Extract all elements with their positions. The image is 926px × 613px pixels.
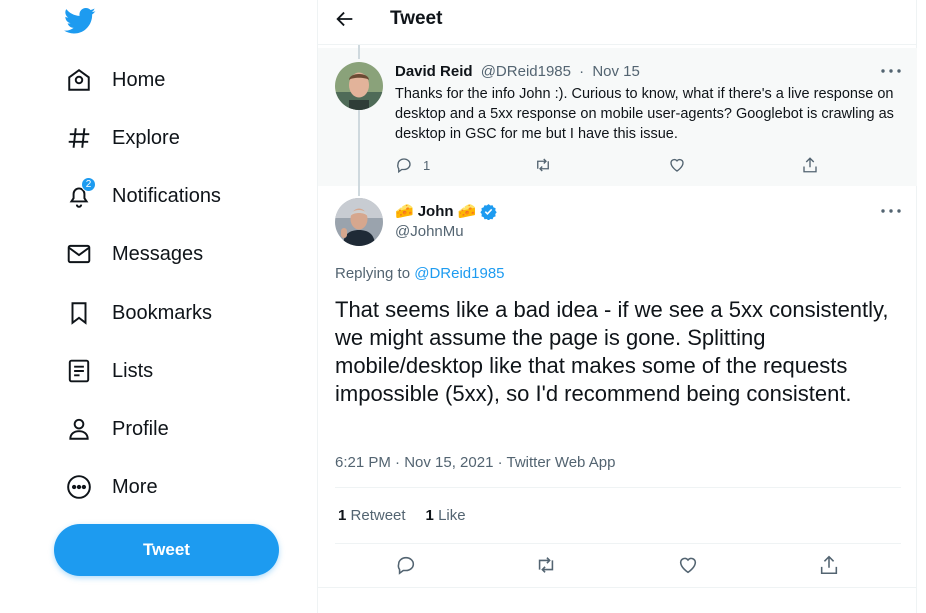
likes-stat[interactable]: 1 Like [426, 507, 466, 524]
sidebar-item-notifications[interactable]: 2 Notifications [66, 176, 221, 216]
retweet-icon[interactable] [535, 554, 557, 576]
sidebar-item-bookmarks[interactable]: Bookmarks [66, 293, 212, 333]
author-handle[interactable]: @JohnMu [395, 223, 464, 240]
sidebar-item-explore[interactable]: Explore [66, 118, 180, 158]
share-icon[interactable] [801, 156, 819, 174]
sidebar-item-messages[interactable]: Messages [66, 234, 203, 274]
replying-to-label: Replying to [335, 265, 411, 282]
retweets-count: 1 [338, 507, 347, 524]
retweets-stat[interactable]: 1 Retweet [338, 507, 406, 524]
like-icon[interactable] [677, 554, 699, 576]
bookmark-icon [66, 300, 92, 326]
verified-badge-icon [480, 203, 497, 220]
tweet-metadata[interactable]: 6:21 PM · Nov 15, 2021 · Twitter Web App [335, 454, 615, 471]
sidebar: Home Explore 2 Notifications Messages Bo… [0, 0, 318, 613]
divider [335, 487, 901, 488]
back-arrow-icon[interactable] [334, 8, 356, 30]
avatar[interactable] [335, 198, 383, 246]
more-options-icon[interactable] [880, 68, 902, 74]
twitter-bird-icon[interactable] [64, 4, 96, 36]
list-icon [66, 358, 92, 384]
reply-icon [395, 156, 413, 174]
divider [318, 587, 917, 588]
avatar[interactable] [335, 62, 383, 110]
sidebar-item-more[interactable]: More [66, 467, 158, 507]
replying-to: Replying to @DReid1985 [335, 265, 505, 282]
sidebar-item-label: Profile [112, 417, 169, 440]
more-options-icon[interactable] [880, 208, 902, 214]
tweet-stats: 1 Retweet 1 Like [338, 507, 486, 524]
like-icon[interactable] [668, 156, 686, 174]
page-title: Tweet [390, 8, 443, 29]
reply-button[interactable]: 1 [395, 156, 430, 174]
person-icon [66, 416, 92, 442]
author-name[interactable]: 🧀 John 🧀 [395, 202, 497, 220]
sidebar-item-label: Notifications [112, 184, 221, 207]
author-name[interactable]: David Reid [395, 63, 473, 80]
divider [335, 543, 901, 544]
likes-count: 1 [425, 507, 434, 524]
reply-icon[interactable] [395, 554, 417, 576]
share-icon[interactable] [818, 554, 840, 576]
parent-tweet-text: Thanks for the info John :). Curious to … [395, 86, 894, 142]
cheese-emoji: 🧀 [457, 203, 477, 220]
tweet-button[interactable]: Tweet [54, 524, 279, 576]
replying-to-link[interactable]: @DReid1985 [414, 265, 504, 282]
thread-line [358, 110, 360, 196]
separator: · [579, 63, 585, 80]
home-icon [66, 67, 92, 93]
author-name-text: John [417, 202, 454, 220]
sidebar-item-label: More [112, 475, 158, 498]
cheese-emoji: 🧀 [395, 203, 414, 220]
sidebar-item-label: Lists [112, 359, 154, 382]
hashtag-icon [66, 125, 92, 151]
sidebar-item-label: Explore [112, 126, 180, 149]
sidebar-item-profile[interactable]: Profile [66, 409, 169, 449]
tweet-date[interactable]: Nov 15 [592, 63, 640, 80]
sidebar-item-label: Home [112, 68, 166, 91]
likes-label: Like [438, 507, 466, 524]
thread-line [358, 45, 360, 59]
sidebar-item-lists[interactable]: Lists [66, 351, 153, 391]
sidebar-item-label: Messages [112, 242, 204, 265]
notification-badge: 2 [81, 177, 96, 192]
page-header: Tweet [318, 0, 917, 45]
more-circle-icon [66, 474, 92, 500]
parent-tweet-header: David Reid @DReid1985 · Nov 15 [395, 63, 640, 80]
reply-count: 1 [423, 157, 431, 173]
tweet-text: That seems like a bad idea - if we see a… [335, 297, 889, 406]
sidebar-item-home[interactable]: Home [66, 60, 165, 100]
envelope-icon [66, 241, 92, 267]
bell-icon: 2 [66, 177, 96, 209]
retweet-icon[interactable] [534, 156, 552, 174]
author-handle[interactable]: @DReid1985 [481, 63, 571, 80]
sidebar-item-label: Bookmarks [112, 301, 213, 324]
retweets-label: Retweet [350, 507, 406, 524]
main-column: Tweet David Reid @DReid1985 · Nov 15 Tha… [317, 0, 917, 613]
